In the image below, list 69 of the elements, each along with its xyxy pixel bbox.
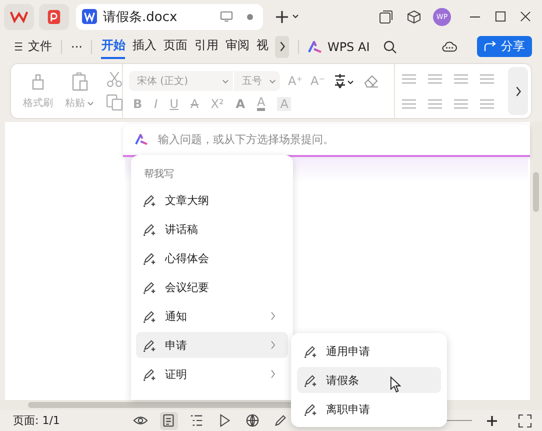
magic-pen-icon <box>303 402 318 416</box>
ribbon-tab[interactable]: 页面 <box>163 34 188 58</box>
menu-heading: 帮我写 <box>143 168 175 182</box>
ribbon-tab[interactable]: 审阅 <box>225 34 250 58</box>
ai-logo-icon <box>135 134 148 145</box>
caret-icon <box>87 100 94 106</box>
more-button[interactable]: ··· <box>71 40 82 54</box>
menu-item[interactable]: 会议纪要 <box>136 274 288 300</box>
ribbon-tab[interactable]: 插入 <box>132 34 156 58</box>
menu-item[interactable]: 讲话稿 <box>136 216 288 242</box>
chevron-right-icon <box>270 340 276 350</box>
vertical-scrollbar[interactable] <box>530 122 542 400</box>
caret-icon <box>269 78 276 84</box>
menu-item[interactable]: 请假条 <box>297 367 441 393</box>
chevron-right-icon <box>270 311 276 321</box>
eraser-icon[interactable] <box>363 73 380 89</box>
chevron-right-icon <box>278 41 286 52</box>
magic-pen-icon <box>142 250 157 266</box>
share-arrow-icon <box>484 41 497 52</box>
ai-prompt-field[interactable]: 输入问题，或从下方选择场景提问。 <box>156 132 530 147</box>
scroll-tabs-button[interactable] <box>275 36 290 58</box>
magic-pen-icon <box>142 366 157 382</box>
page-view-button[interactable] <box>160 412 178 430</box>
chevron-right-icon <box>514 86 522 96</box>
fullscreen-icon[interactable] <box>518 414 532 428</box>
menu-item[interactable]: 通用申请 <box>297 338 441 364</box>
phonetic-guide-icon[interactable] <box>333 73 356 89</box>
magic-pen-icon <box>142 192 157 208</box>
magic-pen-icon <box>142 338 157 352</box>
search-icon[interactable] <box>382 40 397 54</box>
menu-item[interactable]: 通知 <box>136 303 288 329</box>
wps-ai-button[interactable]: WPS AI <box>308 40 370 54</box>
pdf-logo-icon <box>47 8 61 24</box>
magic-pen-icon <box>303 372 318 388</box>
menu-item[interactable]: 心得体会 <box>136 245 288 271</box>
menu-item[interactable]: 离职申请 <box>297 396 441 422</box>
caret-icon <box>222 78 229 84</box>
monitor-icon[interactable] <box>220 11 233 22</box>
wps-logo-icon <box>10 10 28 23</box>
ribbon-tab[interactable]: 开始 <box>101 34 126 58</box>
chevron-right-icon <box>270 369 276 379</box>
magic-pen-icon <box>142 222 157 236</box>
writer-logo-icon <box>82 9 97 24</box>
magic-pen-icon <box>303 344 318 358</box>
cloud-icon[interactable] <box>441 40 458 53</box>
maximize-icon[interactable] <box>495 11 506 22</box>
mouse-cursor-icon <box>390 376 401 392</box>
menu-item[interactable]: 证明 <box>136 361 288 387</box>
menu-item[interactable]: 申请 <box>136 332 288 358</box>
unsaved-dot-icon <box>247 14 253 20</box>
ai-logo-icon <box>308 40 322 52</box>
new-tab-icon[interactable] <box>276 10 300 22</box>
close-icon[interactable] <box>520 11 531 22</box>
share-button[interactable]: 分享 <box>477 36 532 57</box>
menu-icon <box>14 42 23 51</box>
ribbon-tab[interactable]: 引用 <box>194 34 218 58</box>
magic-pen-icon <box>142 308 157 324</box>
cube-icon[interactable] <box>407 10 421 24</box>
menu-item[interactable]: 文章大纲 <box>136 187 288 213</box>
ribbon-tab[interactable]: 视 <box>256 34 268 58</box>
pdf-tab[interactable] <box>39 4 69 30</box>
clipboard-icon <box>70 72 90 92</box>
document-tab[interactable]: 请假条.docx <box>76 4 263 30</box>
windows-icon[interactable] <box>379 10 393 24</box>
magic-pen-icon <box>142 280 157 294</box>
zoom-in-icon[interactable] <box>486 414 498 426</box>
page-count: 页面: 1/1 <box>13 413 60 428</box>
wps-tab[interactable] <box>4 4 34 30</box>
file-menu[interactable]: 文件 <box>14 38 52 55</box>
